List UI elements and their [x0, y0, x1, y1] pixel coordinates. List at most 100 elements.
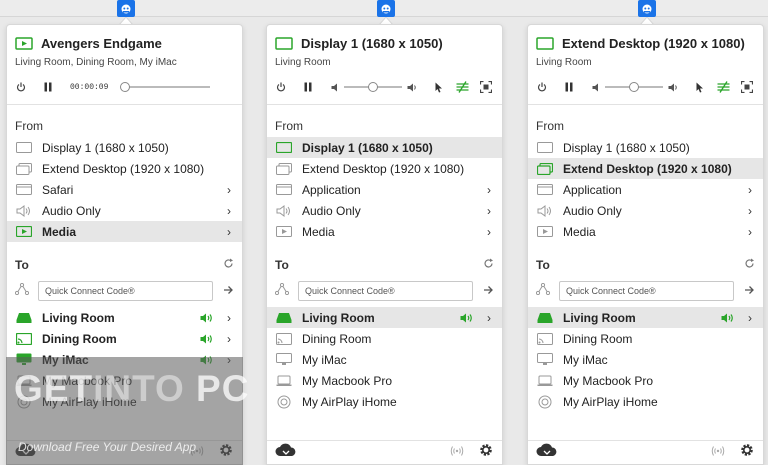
gear-icon[interactable]	[218, 442, 234, 463]
volume-icon[interactable]	[460, 313, 474, 323]
source-audio-only[interactable]: Audio Only ›	[267, 200, 502, 221]
menubar-app-icon[interactable]	[117, 0, 135, 17]
source-audio-only[interactable]: Audio Only ›	[528, 200, 763, 221]
source-label: Display 1 (1680 x 1050)	[302, 140, 433, 155]
source-label: Application	[302, 182, 361, 197]
source-extend-desktop[interactable]: Extend Desktop (1920 x 1080)	[528, 158, 763, 179]
volume-low-icon[interactable]	[591, 79, 601, 95]
source-extend-desktop[interactable]: Extend Desktop (1920 x 1080)	[267, 158, 502, 179]
source-label: Display 1 (1680 x 1050)	[42, 140, 169, 155]
target-label: My Macbook Pro	[302, 373, 393, 388]
laptop-icon	[15, 374, 33, 388]
target-airplay-ihome[interactable]: My AirPlay iHome	[267, 391, 502, 412]
target-label: Dining Room	[42, 331, 117, 346]
display-icon	[15, 141, 33, 155]
chevron-right-icon: ›	[487, 182, 491, 197]
window-icon	[275, 183, 293, 197]
target-my-imac[interactable]: My iMac	[528, 349, 763, 370]
volume-slider[interactable]	[605, 82, 663, 92]
broadcast-icon[interactable]	[450, 444, 464, 462]
volume-low-icon[interactable]	[330, 79, 340, 95]
cloud-icon[interactable]	[275, 443, 297, 462]
chevron-right-icon: ›	[748, 224, 752, 239]
source-label: Application	[563, 182, 622, 197]
source-label: Extend Desktop (1920 x 1080)	[42, 161, 205, 176]
power-icon[interactable]	[275, 79, 287, 95]
target-living-room[interactable]: Living Room ›	[7, 307, 242, 328]
quick-connect-input[interactable]: Quick Connect Code®	[298, 281, 473, 301]
quality-settings-icon[interactable]	[455, 79, 469, 95]
source-media[interactable]: Media ›	[267, 221, 502, 242]
quick-connect-input[interactable]: Quick Connect Code®	[38, 281, 213, 301]
refresh-icon[interactable]	[483, 256, 494, 274]
volume-high-icon[interactable]	[406, 79, 418, 95]
scrubber-knob[interactable]	[120, 82, 131, 92]
target-label: My iMac	[42, 352, 89, 367]
quick-connect-input[interactable]: Quick Connect Code®	[559, 281, 734, 301]
menubar-app-icon[interactable]	[638, 0, 656, 17]
target-airplay-ihome[interactable]: My AirPlay iHome	[7, 391, 242, 412]
refresh-icon[interactable]	[744, 256, 755, 274]
source-media[interactable]: Media ›	[7, 221, 242, 242]
volume-icon[interactable]	[200, 334, 214, 344]
cloud-icon[interactable]	[536, 443, 558, 462]
source-media[interactable]: Media ›	[528, 221, 763, 242]
source-application[interactable]: Application ›	[528, 179, 763, 200]
target-living-room[interactable]: Living Room ›	[528, 307, 763, 328]
fullscreen-icon[interactable]	[479, 79, 493, 95]
power-icon[interactable]	[536, 79, 548, 95]
volume-knob[interactable]	[368, 82, 378, 92]
target-dining-room[interactable]: Dining Room	[267, 328, 502, 349]
volume-high-icon[interactable]	[667, 79, 679, 95]
pause-icon[interactable]	[563, 79, 575, 95]
source-audio-only[interactable]: Audio Only ›	[7, 200, 242, 221]
source-display-1[interactable]: Display 1 (1680 x 1050)	[7, 137, 242, 158]
target-my-imac[interactable]: My iMac ›	[7, 349, 242, 370]
source-application[interactable]: Application ›	[267, 179, 502, 200]
arrow-right-icon[interactable]	[483, 282, 494, 300]
volume-icon[interactable]	[200, 313, 214, 323]
speaker-icon	[275, 204, 293, 218]
target-my-imac[interactable]: My iMac	[267, 349, 502, 370]
arrow-right-icon[interactable]	[223, 282, 234, 300]
source-application[interactable]: Safari ›	[7, 179, 242, 200]
target-living-room[interactable]: Living Room ›	[267, 307, 502, 328]
broadcast-icon[interactable]	[190, 444, 204, 462]
target-my-macbook-pro[interactable]: My Macbook Pro	[7, 370, 242, 391]
arrow-right-icon[interactable]	[744, 282, 755, 300]
from-label: From	[536, 119, 564, 133]
gear-icon[interactable]	[739, 442, 755, 463]
cursor-icon[interactable]	[694, 79, 706, 95]
broadcast-icon[interactable]	[711, 444, 725, 462]
target-dining-room[interactable]: Dining Room	[528, 328, 763, 349]
source-display-1[interactable]: Display 1 (1680 x 1050)	[528, 137, 763, 158]
playback-scrubber[interactable]	[120, 82, 211, 92]
fullscreen-icon[interactable]	[740, 79, 754, 95]
source-display-1[interactable]: Display 1 (1680 x 1050)	[267, 137, 502, 158]
target-label: Living Room	[42, 310, 115, 325]
pause-icon[interactable]	[42, 79, 54, 95]
target-airplay-ihome[interactable]: My AirPlay iHome	[528, 391, 763, 412]
cast-icon	[536, 332, 554, 346]
panel-footer	[528, 440, 763, 464]
cloud-icon[interactable]	[15, 443, 37, 462]
volume-icon[interactable]	[200, 355, 214, 365]
cursor-icon[interactable]	[433, 79, 445, 95]
speaker-icon	[536, 204, 554, 218]
imac-icon	[536, 353, 554, 367]
source-extend-desktop[interactable]: Extend Desktop (1920 x 1080)	[7, 158, 242, 179]
pause-icon[interactable]	[302, 79, 314, 95]
target-dining-room[interactable]: Dining Room ›	[7, 328, 242, 349]
refresh-icon[interactable]	[223, 256, 234, 274]
power-icon[interactable]	[15, 79, 27, 95]
gear-icon[interactable]	[478, 442, 494, 463]
quality-settings-icon[interactable]	[716, 79, 730, 95]
volume-knob[interactable]	[629, 82, 639, 92]
volume-slider[interactable]	[344, 82, 402, 92]
target-my-macbook-pro[interactable]: My Macbook Pro	[528, 370, 763, 391]
target-my-macbook-pro[interactable]: My Macbook Pro	[267, 370, 502, 391]
menubar-app-icon[interactable]	[377, 0, 395, 17]
target-label: My iMac	[302, 352, 347, 367]
source-label: Media	[302, 224, 335, 239]
volume-icon[interactable]	[721, 313, 735, 323]
